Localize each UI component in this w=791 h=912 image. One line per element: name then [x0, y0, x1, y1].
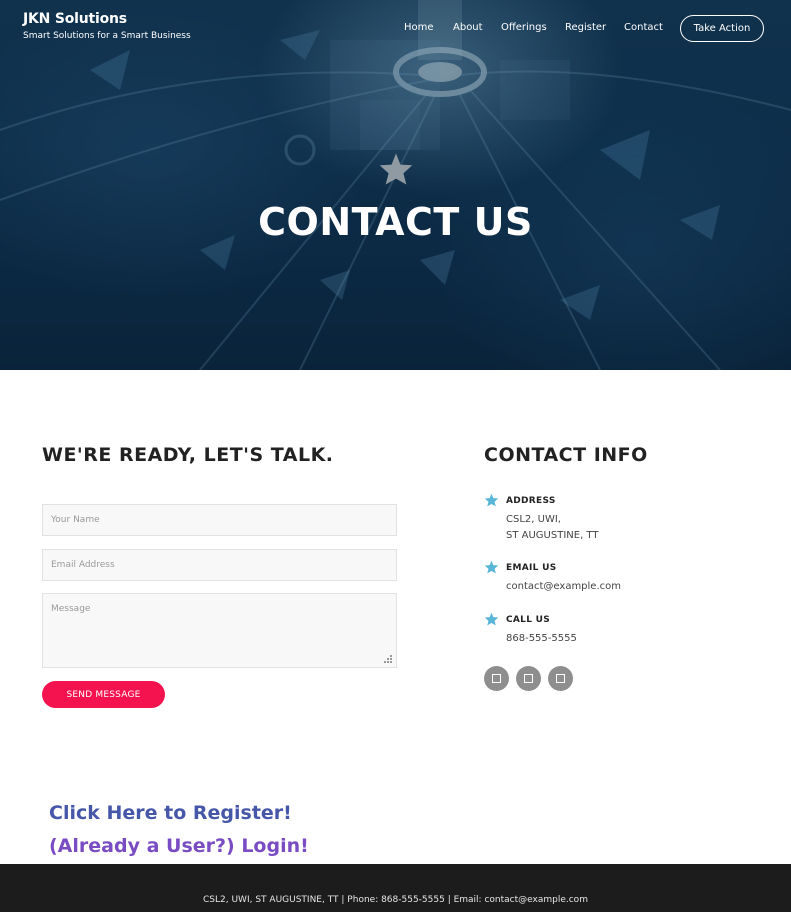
social-placeholder-icon: [556, 674, 565, 683]
footer-text: CSL2, UWI, ST AUGUSTINE, TT | Phone: 868…: [203, 895, 588, 905]
social-link-1[interactable]: [484, 666, 509, 691]
star-icon: [379, 153, 413, 185]
email-address[interactable]: contact@example.com: [506, 579, 621, 595]
brand-tagline: Smart Solutions for a Smart Business: [23, 31, 191, 41]
email-input[interactable]: Email Address: [42, 549, 397, 581]
nav-offerings-link[interactable]: Offerings: [501, 22, 547, 33]
phone-number[interactable]: 868-555-5555: [506, 631, 577, 647]
page-title: CONTACT US: [258, 200, 533, 244]
contact-info-heading: CONTACT INFO: [484, 444, 648, 466]
hero-banner: JKN Solutions Smart Solutions for a Smar…: [0, 0, 791, 370]
social-placeholder-icon: [524, 674, 533, 683]
name-input[interactable]: Your Name: [42, 504, 397, 536]
email-label: EMAIL US: [506, 563, 557, 573]
phone-star-icon: [484, 612, 499, 626]
nav-about-link[interactable]: About: [453, 22, 483, 33]
footer: CSL2, UWI, ST AUGUSTINE, TT | Phone: 868…: [0, 864, 791, 912]
phone-label: CALL US: [506, 615, 551, 625]
social-link-2[interactable]: [516, 666, 541, 691]
nav-home-link[interactable]: Home: [404, 22, 434, 33]
take-action-button[interactable]: Take Action: [680, 15, 764, 42]
social-link-3[interactable]: [548, 666, 573, 691]
social-placeholder-icon: [492, 674, 501, 683]
message-textarea[interactable]: Message: [42, 593, 397, 668]
resize-grip-icon[interactable]: [384, 655, 393, 664]
nav-register-link[interactable]: Register: [565, 22, 606, 33]
message-placeholder: Message: [51, 604, 91, 614]
login-link[interactable]: (Already a User?) Login!: [49, 835, 309, 857]
address-star-icon: [484, 493, 499, 507]
brand-title[interactable]: JKN Solutions: [23, 11, 127, 27]
register-link[interactable]: Click Here to Register!: [49, 802, 292, 824]
email-star-icon: [484, 560, 499, 574]
address-line-2: ST AUGUSTINE, TT: [506, 530, 599, 541]
address-line-1: CSL2, UWI,: [506, 514, 561, 525]
form-heading: WE'RE READY, LET'S TALK.: [42, 444, 334, 466]
address-label: ADDRESS: [506, 496, 556, 506]
nav-contact-link[interactable]: Contact: [624, 22, 663, 33]
send-message-button[interactable]: SEND MESSAGE: [42, 681, 165, 708]
